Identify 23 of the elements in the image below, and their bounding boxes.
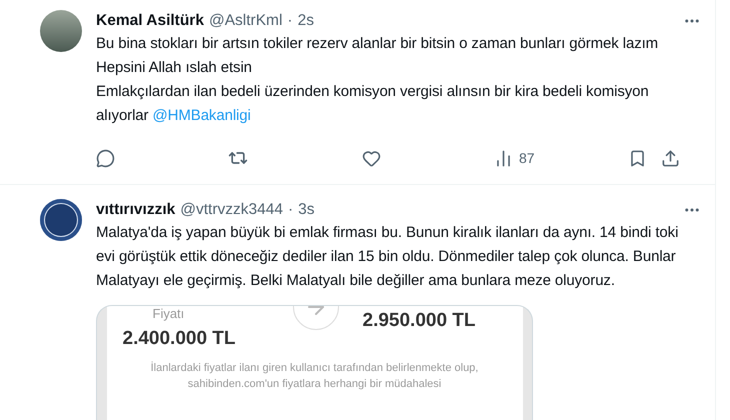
old-price: 2.400.000 TL <box>122 328 237 350</box>
tweet-text: Bu bina stokları bir artsın tokiler rezerv alanlar bir bitsin o zaman bunları görmek lazım Hepsini Allah ıslah etsin <box>96 34 660 78</box>
timestamp[interactable]: 2s <box>298 12 314 30</box>
user-name[interactable]: vıttırıvızzık <box>96 201 176 219</box>
reply-icon[interactable] <box>96 148 115 168</box>
views-icon[interactable] <box>494 148 513 168</box>
separator-dot: · <box>288 201 294 219</box>
separator-dot: · <box>287 12 293 30</box>
user-name[interactable]: Kemal Asiltürk <box>96 12 204 30</box>
timestamp[interactable]: 3s <box>298 201 315 219</box>
avatar[interactable] <box>40 10 82 52</box>
price-label: Fiyatı <box>152 306 184 323</box>
image-card[interactable]: Fiyatı 2.950.000 TL 2.400.000 TL İlanlardaki fiyatlar ilanı giren kullanıcı tarafından belirlenmekte olup, sahibinden.com'un fiyatlara herhangi bir müdahalesi <box>96 305 533 420</box>
avatar[interactable] <box>40 199 82 241</box>
tweet-text: Malatya'da iş yapan büyük bi emlak firması bu. Bunun kiralık ilanları da aynı. 14 bindi toki evi görüştük ettik döneceğiz dediler ilan 15 bin oldu. Dönmediler talep çok olunca. Bunlar Malatyayı ele geçirmiş. Belki Malatyalı bile değiller ama bunlara meze oluyoruz. <box>96 223 680 291</box>
disclaimer-text: İlanlardaki fiyatlar ilanı giren kullanıcı tarafından belirlenmekte olup, sahibinden.com'un fiyatlara herhangi bir müdahalesi <box>150 360 480 392</box>
tweet-text: Emlakçılardan ilan bedeli üzerinden komisyon vergisi alınsın bir kira bedeli komisyon alıyorlar @HMBakanligi <box>96 82 650 126</box>
user-handle[interactable]: @AsltrKml <box>208 12 282 30</box>
view-count: 87 <box>519 150 535 166</box>
share-icon[interactable] <box>660 148 680 168</box>
like-icon[interactable] <box>362 148 381 168</box>
new-price: 2.950.000 TL <box>362 310 477 332</box>
user-handle[interactable]: @vttrvzzk3444 <box>180 201 283 219</box>
